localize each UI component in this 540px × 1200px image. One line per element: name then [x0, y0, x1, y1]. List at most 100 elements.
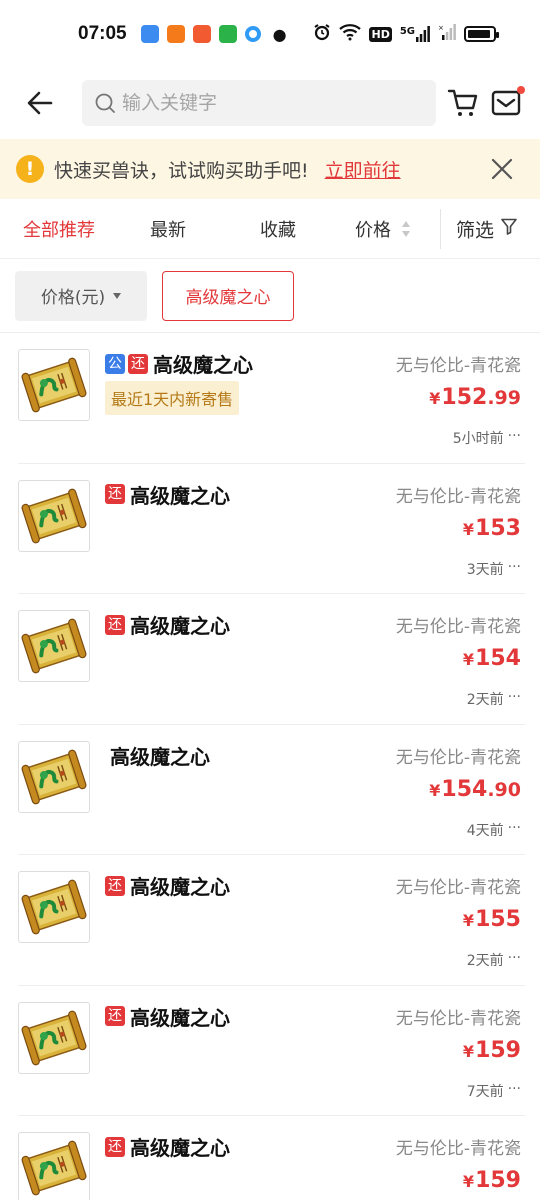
item-time-row: 2天前 ··· — [467, 950, 521, 970]
filter-funnel-icon — [500, 217, 518, 240]
item-list: 公还 高级魔之心 最近1天内新寄售 无与伦比-青花瓷 ¥152.99 5小时前 … — [0, 333, 540, 1200]
more-options-icon[interactable]: ··· — [508, 428, 521, 448]
price-integer: 155 — [475, 907, 521, 932]
currency-symbol: ¥ — [462, 911, 475, 930]
list-item-6[interactable]: 还 高级魔之心 无与伦比-青花瓷 ¥159 7天前 ··· — [18, 986, 525, 1116]
item-title: 高级魔之心 — [110, 744, 210, 769]
tab-all-recommended[interactable]: 全部推荐 — [23, 216, 95, 242]
banner-go-link[interactable]: 立即前往 — [325, 156, 401, 183]
message-inbox-icon[interactable] — [490, 86, 525, 120]
more-options-icon[interactable]: ··· — [508, 820, 521, 840]
list-item-3[interactable]: 还 高级魔之心 无与伦比-青花瓷 ¥154 2天前 ··· — [18, 594, 525, 725]
item-time-row: 2天前 ··· — [467, 689, 521, 709]
currency-symbol: ¥ — [462, 519, 475, 539]
item-server: 无与伦比-青花瓷 — [395, 878, 521, 898]
browser-app-icon — [244, 26, 261, 42]
banner-text: 快速买兽诀，试试购买助手吧! — [54, 159, 309, 182]
item-title-row: 还 高级魔之心 — [105, 871, 230, 900]
scroll-image-icon — [21, 1010, 87, 1065]
list-item-4[interactable]: 高级魔之心 无与伦比-青花瓷 ¥154.90 4天前 ··· — [18, 725, 525, 855]
currency-symbol: ¥ — [429, 780, 441, 800]
item-time-row: 4天前 ··· — [467, 820, 521, 840]
list-item-5[interactable]: 还 高级魔之心 无与伦比-青花瓷 ¥155 2天前 ··· — [18, 855, 525, 986]
signal-5g-icon: 5G — [400, 26, 430, 42]
return-badge: 还 — [105, 1136, 125, 1157]
item-listed-time: 2天前 — [466, 953, 504, 969]
item-thumbnail — [18, 610, 90, 682]
item-title: 高级魔之心 — [153, 353, 253, 377]
back-arrow-icon[interactable] — [24, 86, 56, 120]
currency-symbol: ¥ — [462, 1172, 475, 1191]
more-options-icon[interactable]: ··· — [508, 559, 521, 579]
item-title-row: 高级魔之心 — [105, 741, 210, 770]
list-item-1[interactable]: 公还 高级魔之心 最近1天内新寄售 无与伦比-青花瓷 ¥152.99 5小时前 … — [18, 333, 525, 464]
search-input[interactable] — [122, 92, 423, 114]
price-integer: 159 — [475, 1168, 521, 1193]
item-thumbnail — [18, 349, 90, 421]
item-title-row: 还 高级魔之心 — [105, 1132, 230, 1161]
list-item-2[interactable]: 还 高级魔之心 无与伦比-青花瓷 ¥153 3天前 ··· — [18, 464, 525, 594]
tab-price-label: 价格 — [355, 219, 391, 241]
item-price: ¥159 — [463, 1038, 521, 1063]
return-badge: 还 — [105, 614, 125, 635]
network-type-label: 5G — [399, 26, 415, 37]
scroll-image-icon — [21, 749, 87, 804]
list-item-7[interactable]: 还 高级魔之心 无与伦比-青花瓷 ¥159 — [18, 1116, 525, 1200]
price-dropdown[interactable]: 价格(元) — [15, 270, 147, 321]
item-server: 无与伦比-青花瓷 — [395, 356, 521, 376]
item-price: ¥159 — [463, 1168, 521, 1193]
item-server: 无与伦比-青花瓷 — [395, 617, 521, 637]
price-decimal: .90 — [487, 778, 521, 801]
item-thumbnail — [18, 1132, 90, 1200]
tab-latest[interactable]: 最新 — [150, 216, 186, 242]
item-title: 高级魔之心 — [130, 1136, 230, 1160]
tab-price[interactable]: 价格 — [355, 216, 411, 242]
status-time: 07:05 — [78, 23, 127, 44]
alarm-icon — [313, 23, 331, 45]
more-options-icon[interactable]: ··· — [508, 1081, 521, 1101]
cart-icon[interactable] — [446, 85, 480, 121]
item-listed-time: 7天前 — [466, 1083, 504, 1100]
currency-symbol: ¥ — [462, 650, 475, 669]
item-server: 无与伦比-青花瓷 — [395, 1139, 521, 1159]
scroll-image-icon — [21, 357, 87, 413]
item-listed-time: 4天前 — [466, 822, 504, 839]
price-dropdown-label: 价格(元) — [40, 288, 106, 308]
more-options-icon[interactable]: ··· — [508, 689, 521, 709]
item-price: ¥153 — [463, 516, 521, 541]
item-thumbnail — [18, 740, 90, 813]
public-badge: 公 — [105, 353, 125, 374]
price-integer: 154 — [441, 776, 488, 802]
caret-down-icon — [113, 292, 122, 299]
return-badge: 还 — [105, 875, 125, 896]
notification-dot-icon: ● — [272, 24, 287, 44]
scroll-image-icon — [21, 618, 87, 674]
filter-label: 筛选 — [456, 219, 495, 241]
item-title: 高级魔之心 — [130, 1005, 230, 1030]
filter-button[interactable]: 筛选 — [456, 215, 518, 242]
item-time-row: 5小时前 ··· — [453, 428, 521, 448]
tab-favorites[interactable]: 收藏 — [260, 216, 296, 242]
search-box[interactable] — [82, 80, 437, 126]
return-badge: 还 — [128, 353, 148, 374]
sort-arrows-icon — [401, 220, 411, 238]
item-title-row: 还 高级魔之心 — [105, 1002, 230, 1031]
more-options-icon[interactable]: ··· — [508, 950, 521, 970]
store-app-icon — [192, 25, 211, 43]
currency-symbol: ¥ — [462, 1041, 475, 1061]
keyword-chip[interactable]: 高级魔之心 — [162, 270, 294, 321]
item-listed-time: 5小时前 — [452, 431, 504, 447]
price-decimal: .99 — [487, 387, 521, 409]
item-listed-time: 3天前 — [466, 561, 504, 578]
filter-chips: 价格(元) 高级魔之心 — [0, 259, 540, 333]
item-server: 无与伦比-青花瓷 — [395, 1008, 521, 1029]
status-bar: 07:05 ● HD 5G × — [0, 0, 540, 68]
item-title: 高级魔之心 — [130, 483, 230, 508]
item-title: 高级魔之心 — [130, 614, 230, 638]
item-server: 无与伦比-青花瓷 — [395, 486, 521, 507]
message-app-icon — [140, 25, 159, 43]
close-icon[interactable] — [488, 155, 516, 183]
scroll-image-icon — [21, 879, 87, 935]
item-time-row: 7天前 ··· — [467, 1081, 521, 1101]
return-badge: 还 — [105, 1006, 125, 1026]
